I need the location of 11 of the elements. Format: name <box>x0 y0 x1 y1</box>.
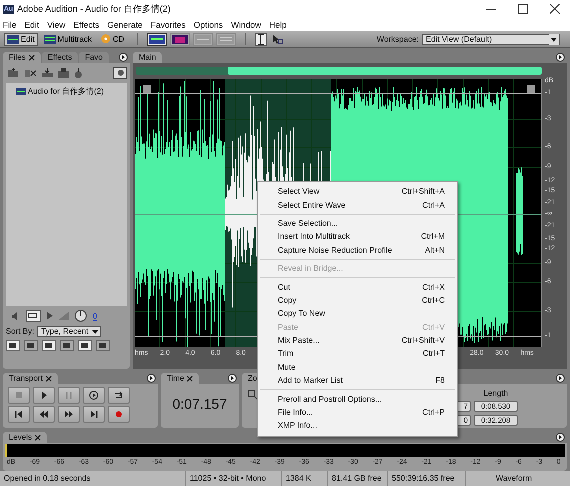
status-text: Waveform <box>495 473 534 485</box>
time-display: 0:07.157 <box>172 396 228 412</box>
status-text: 11025 • 32-bit • Mono <box>186 471 282 486</box>
column-header: Length <box>482 389 510 398</box>
status-text: 550:39:16.35 free <box>388 471 466 486</box>
status-text: Opened in 0.18 seconds <box>0 471 186 486</box>
status-text: 1384 K <box>282 471 328 486</box>
status-text: 81.41 GB free <box>328 471 388 486</box>
window-title: Adobe Audition - Audio for 自作多情(2) <box>17 2 171 16</box>
workspace-label: Workspace: <box>376 34 419 44</box>
sort-label: Sort By: <box>6 327 34 336</box>
